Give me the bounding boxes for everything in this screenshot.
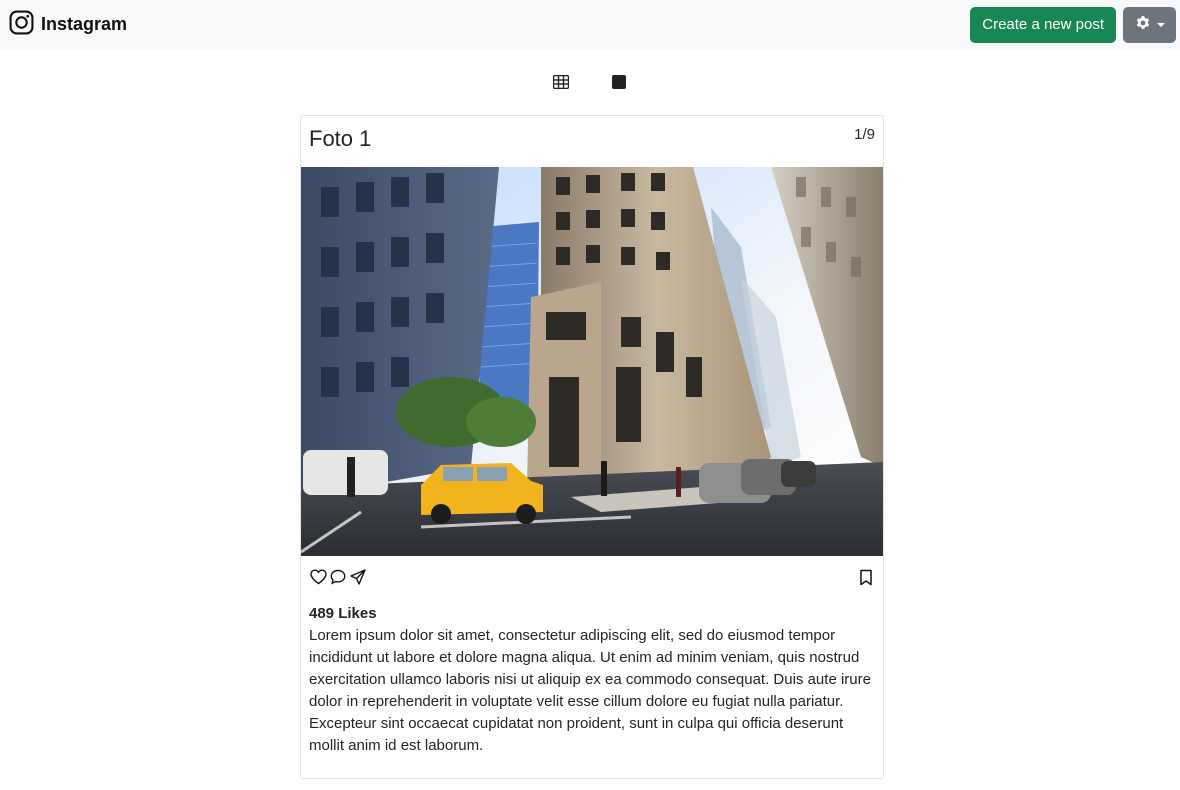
- post-actions-right: [857, 568, 875, 591]
- instagram-logo-icon: [9, 10, 34, 40]
- square-icon[interactable]: [611, 74, 627, 90]
- brand[interactable]: Instagram: [9, 10, 127, 40]
- post-actions: [309, 568, 875, 588]
- post-photo[interactable]: [301, 167, 883, 556]
- gear-icon: [1135, 15, 1151, 34]
- view-toggle: [0, 70, 1180, 94]
- post-title: Foto 1: [309, 126, 372, 151]
- post-header: Foto 1 1/9: [309, 124, 875, 164]
- likes-count: 489 Likes: [309, 605, 377, 622]
- chevron-down-icon: [1156, 22, 1165, 27]
- navbar: Instagram Create a new post: [0, 0, 1180, 49]
- heart-icon[interactable]: [309, 568, 327, 586]
- grid-icon[interactable]: [553, 74, 569, 90]
- create-post-button[interactable]: Create a new post: [970, 6, 1116, 43]
- brand-name: Instagram: [41, 14, 128, 34]
- navbar-actions: Create a new post: [970, 6, 1176, 43]
- post-actions-left: [309, 568, 367, 586]
- post-counter: 1/9: [854, 126, 875, 143]
- bookmark-icon[interactable]: [857, 568, 875, 586]
- post-card: Foto 1 1/9 489 Likes Lorem ipsum dolor s…: [300, 115, 884, 779]
- comment-icon[interactable]: [329, 568, 347, 586]
- send-icon[interactable]: [349, 568, 367, 586]
- settings-dropdown-button[interactable]: [1123, 6, 1176, 43]
- post-caption: Lorem ipsum dolor sit amet, consectetur …: [309, 627, 871, 754]
